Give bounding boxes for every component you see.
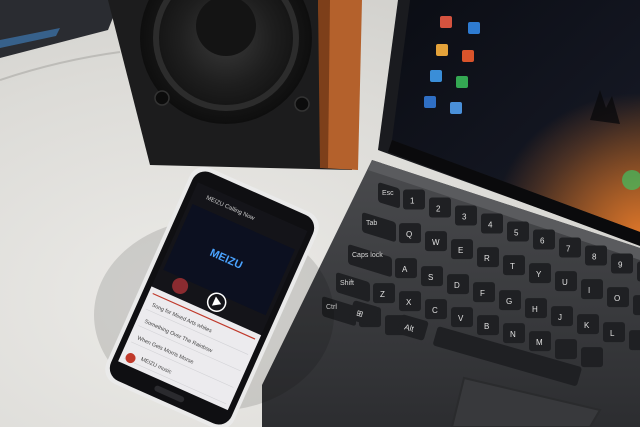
keyboard-key-label: 8 (592, 253, 597, 262)
keyboard-key-label: X (406, 298, 412, 307)
keyboard-key[interactable]: T (503, 255, 525, 276)
keyboard-key[interactable]: D (447, 274, 469, 295)
keyboard-key[interactable]: O (607, 287, 629, 308)
keyboard-key[interactable]: 7 (559, 237, 581, 258)
modifier-key-label: Tab (366, 220, 377, 227)
keyboard-key-label: 7 (566, 245, 571, 254)
keyboard-key[interactable]: 6 (533, 229, 555, 250)
monitor-edge (0, 0, 120, 58)
keyboard-key-label: R (484, 254, 490, 263)
desktop-icon[interactable] (450, 102, 462, 114)
keyboard-key-label: U (562, 278, 568, 287)
keyboard-key-label: 9 (618, 261, 623, 270)
keyboard-key-label: L (610, 329, 615, 338)
keyboard-key-label: J (558, 313, 562, 322)
keyboard-key[interactable]: 9 (611, 253, 633, 274)
keyboard-key-label: G (506, 297, 512, 306)
keyboard-key[interactable]: K (577, 314, 599, 335)
keyboard-key[interactable]: Y (529, 263, 551, 284)
keyboard-key[interactable]: H (525, 298, 547, 319)
keyboard-key-label: Q (406, 230, 412, 239)
keyboard-key[interactable]: W (425, 231, 447, 252)
keyboard-key-label: 4 (488, 221, 493, 230)
cable (0, 51, 121, 81)
keyboard-key-label: A (402, 265, 408, 274)
keyboard-key[interactable] (555, 339, 577, 360)
keyboard-key-label: K (584, 321, 590, 330)
keyboard-key[interactable]: S (421, 266, 443, 287)
desktop-icon[interactable] (440, 16, 452, 28)
keyboard-key-label: O (614, 294, 620, 303)
desktop-icon[interactable] (462, 50, 474, 62)
keyboard-key[interactable] (633, 295, 640, 316)
keyboard-key-label: M (536, 338, 543, 347)
keyboard-key-label: I (588, 286, 590, 295)
keyboard-key[interactable]: I (581, 279, 603, 300)
keyboard-key[interactable]: 3 (455, 205, 477, 226)
desktop-icon[interactable] (456, 76, 468, 88)
keyboard-key-label: Y (536, 270, 542, 279)
keyboard-key-label: B (484, 322, 489, 331)
keyboard-key[interactable]: 2 (429, 197, 451, 218)
keyboard-key[interactable]: M (529, 331, 551, 352)
keyboard-key-label: 6 (540, 237, 545, 246)
keyboard-key-label: F (480, 289, 485, 298)
keyboard-key-label: 3 (462, 213, 467, 222)
keyboard-key[interactable]: Q (399, 223, 421, 244)
desktop-icon[interactable] (424, 96, 436, 108)
keyboard-key[interactable]: N (503, 323, 525, 344)
desktop-icon[interactable] (468, 22, 480, 34)
keyboard-key-label: T (510, 262, 515, 271)
keyboard-key[interactable]: F (473, 282, 495, 303)
keyboard-key[interactable]: J (551, 306, 573, 327)
keyboard-key-label: 2 (436, 205, 441, 214)
keyboard-key[interactable]: 5 (507, 221, 529, 242)
keyboard-key[interactable]: G (499, 290, 521, 311)
desktop-icon[interactable] (430, 70, 442, 82)
keyboard-key-label: V (458, 314, 464, 323)
keyboard-key[interactable]: Z (373, 283, 395, 304)
speaker-screw-right (294, 96, 310, 112)
keyboard-key[interactable]: E (451, 239, 473, 260)
keyboard-key-label: Z (380, 290, 385, 299)
keyboard-key[interactable]: 1 (403, 189, 425, 210)
speaker (108, 0, 362, 170)
modifier-key-label: Caps lock (352, 252, 383, 259)
keyboard-key[interactable]: V (451, 307, 473, 328)
keyboard-key[interactable]: U (555, 271, 577, 292)
keyboard-key-label: N (510, 330, 516, 339)
keyboard-key[interactable]: 4 (481, 213, 503, 234)
keyboard-key[interactable]: B (477, 315, 499, 336)
keyboard-key-label: H (532, 305, 538, 314)
keyboard-key-label: W (432, 238, 440, 247)
keyboard-key-label: C (432, 306, 438, 315)
photo-svg: Esc1234567890TabQWERTYUIOCaps lockASDFGH… (0, 0, 640, 427)
desktop-icon[interactable] (436, 44, 448, 56)
keyboard-key[interactable]: 8 (585, 245, 607, 266)
modifier-key-label: Shift (340, 280, 354, 287)
keyboard-key[interactable]: A (395, 258, 417, 279)
keyboard-key-label: E (458, 246, 463, 255)
photo-scene: Esc1234567890TabQWERTYUIOCaps lockASDFGH… (0, 0, 640, 427)
keyboard-key-label: S (428, 273, 433, 282)
keyboard-key[interactable] (581, 347, 603, 368)
keyboard-key[interactable]: R (477, 247, 499, 268)
speaker-screw-left (154, 90, 170, 106)
keyboard-key[interactable]: L (603, 322, 625, 343)
keyboard-key[interactable]: X (399, 291, 421, 312)
keyboard-key[interactable]: C (425, 299, 447, 320)
modifier-key-label: Esc (382, 190, 394, 197)
keyboard-key-label: 5 (514, 229, 519, 238)
keyboard-key-label: 1 (410, 197, 415, 206)
keyboard-key-label: D (454, 281, 460, 290)
keyboard-key[interactable] (629, 330, 640, 351)
